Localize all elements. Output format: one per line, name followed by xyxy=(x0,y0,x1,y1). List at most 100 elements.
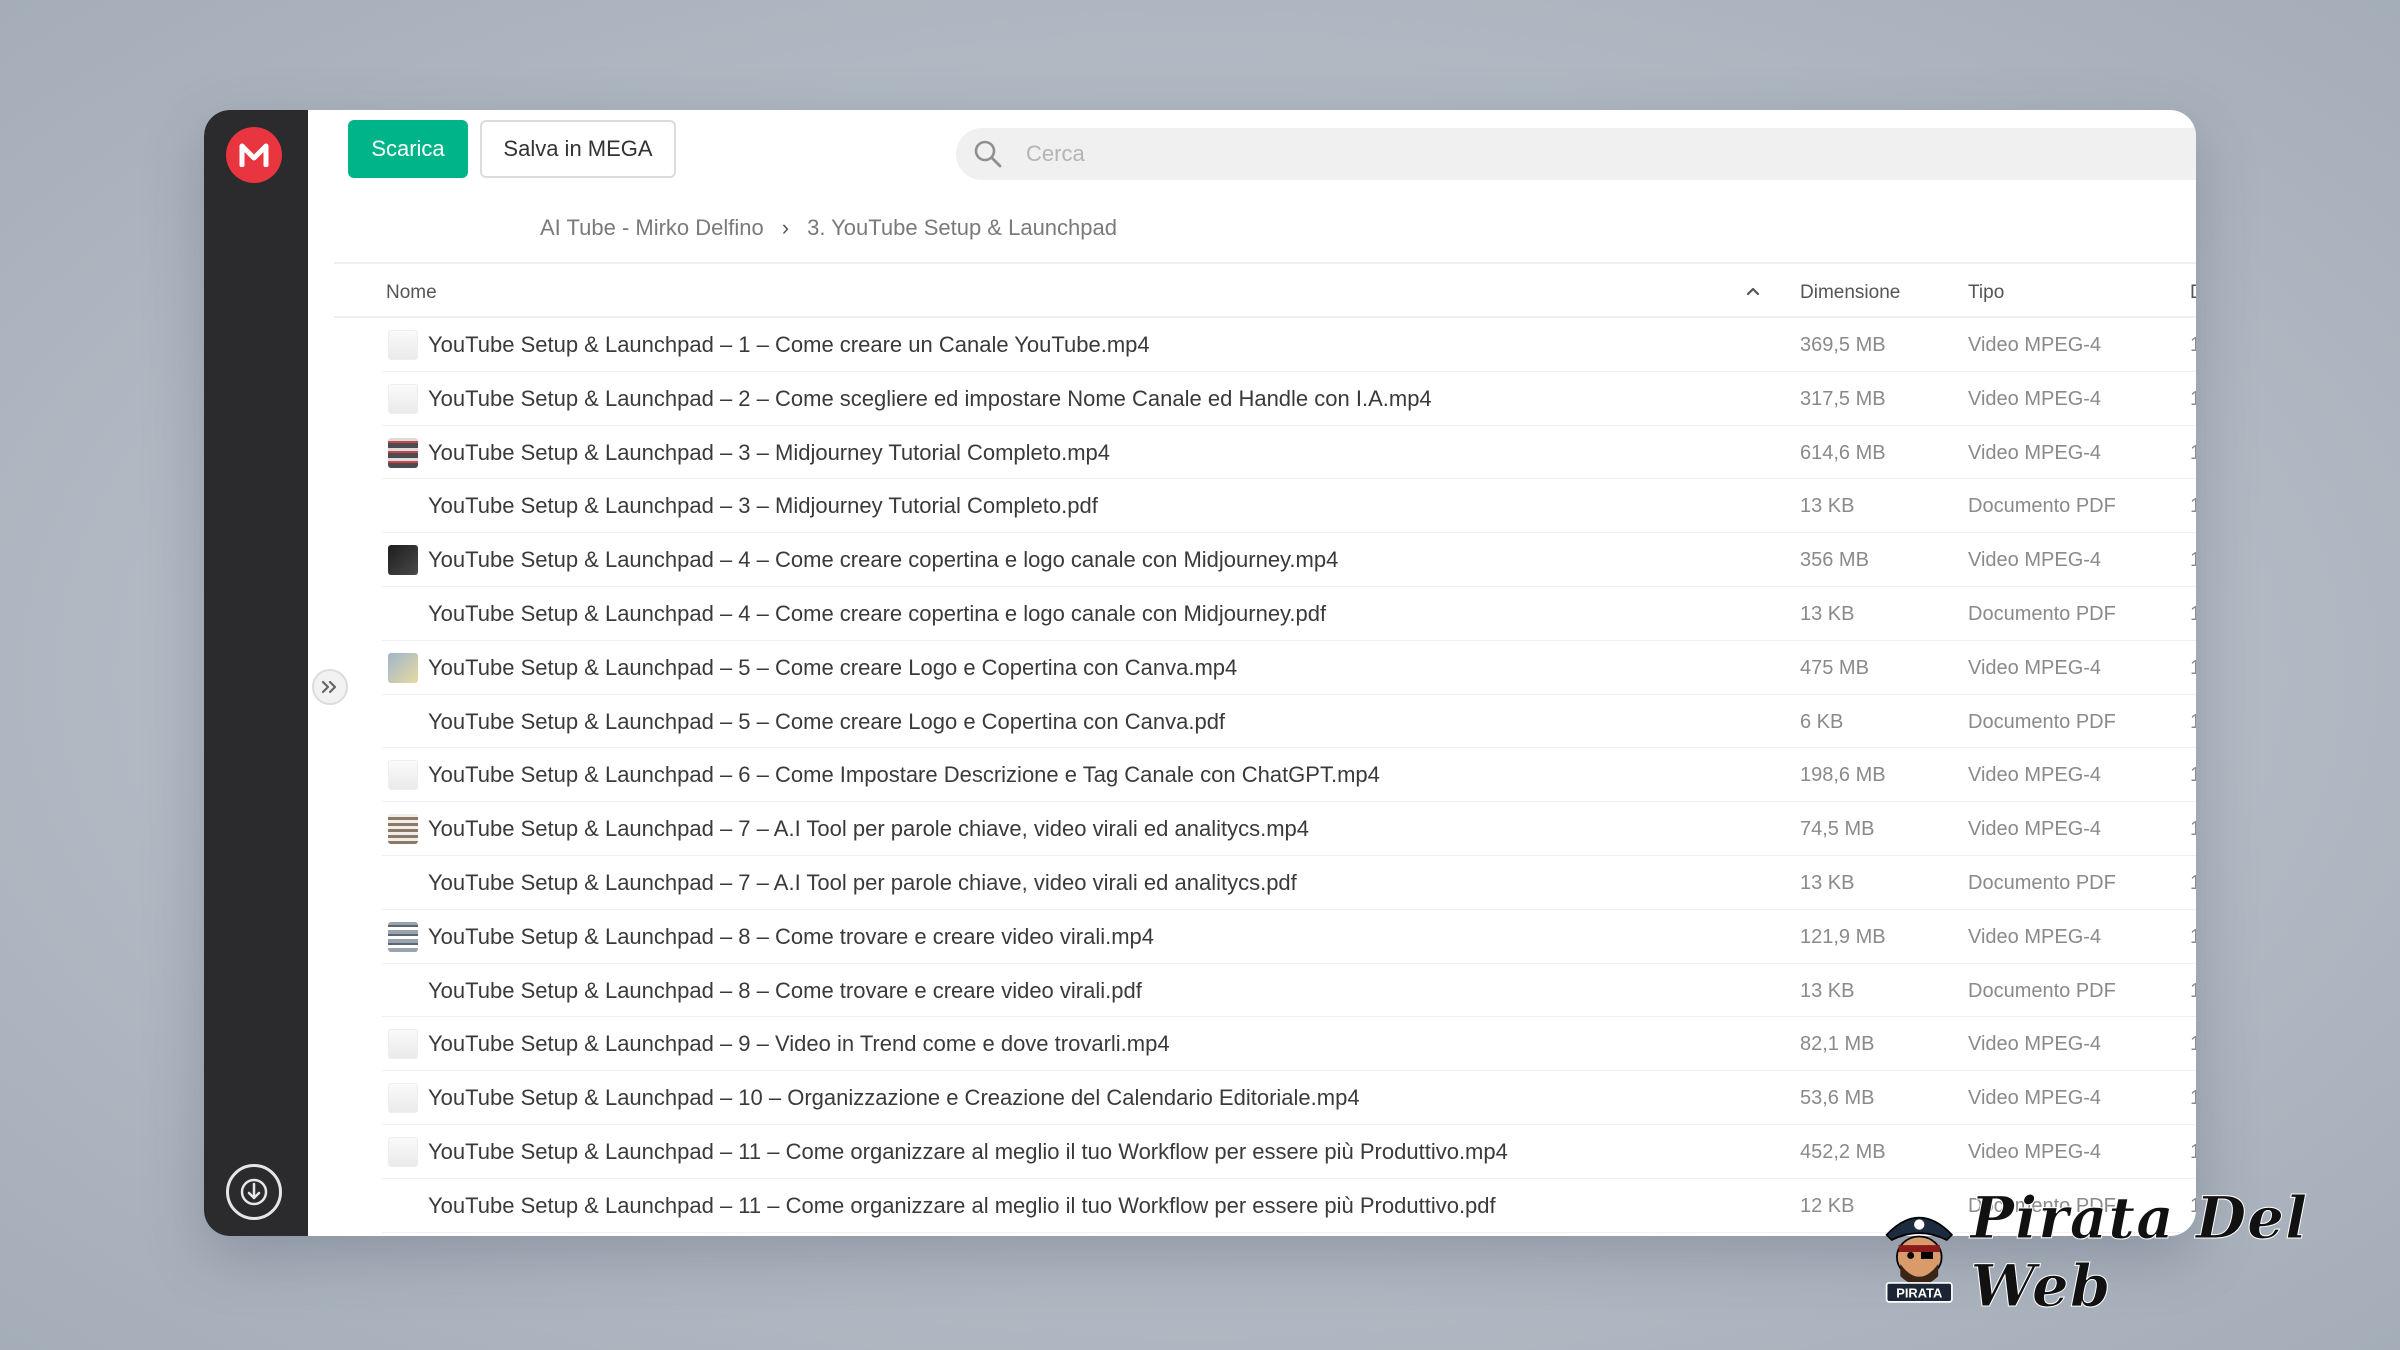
column-header-type[interactable]: Tipo xyxy=(1968,282,2004,304)
file-type: Documento PDF xyxy=(1968,979,2116,1002)
file-name[interactable]: YouTube Setup & Launchpad – 5 – Come cre… xyxy=(428,709,1225,735)
table-row[interactable]: YouTube Setup & Launchpad – 7 – A.I Tool… xyxy=(382,856,2196,910)
file-name[interactable]: YouTube Setup & Launchpad – 11 – Come or… xyxy=(428,1139,1508,1165)
pdf-thumbnail-icon xyxy=(388,1191,418,1221)
table-row[interactable]: YouTube Setup & Launchpad – 8 – Come tro… xyxy=(382,910,2196,964)
video-thumbnail-icon xyxy=(388,1136,418,1167)
file-size: 12 KB xyxy=(1800,1194,1855,1217)
clipped-column-cell: 1 xyxy=(2190,871,2196,894)
file-name[interactable]: YouTube Setup & Launchpad – 7 – A.I Tool… xyxy=(428,816,1309,842)
download-button[interactable]: Scarica xyxy=(348,120,468,178)
table-row[interactable]: YouTube Setup & Launchpad – 9 – Video in… xyxy=(382,1017,2196,1072)
table-row[interactable]: YouTube Setup & Launchpad – 6 – Come Imp… xyxy=(382,748,2196,803)
video-thumbnail-icon xyxy=(388,383,418,414)
pirate-mascot-icon: PIRATA xyxy=(1885,1216,1954,1303)
pirate-badge-text: PIRATA xyxy=(1896,1286,1942,1301)
table-row[interactable]: YouTube Setup & Launchpad – 10 – Organiz… xyxy=(382,1071,2196,1125)
video-thumbnail-icon xyxy=(388,1083,418,1114)
pdf-thumbnail-icon xyxy=(388,976,418,1006)
file-type: Documento PDF xyxy=(1968,495,2116,518)
file-type: Video MPEG-4 xyxy=(1968,1033,2102,1056)
chevron-right-icon: › xyxy=(781,215,790,240)
table-row[interactable]: YouTube Setup & Launchpad – 3 – Midjourn… xyxy=(382,426,2196,480)
file-size: 198,6 MB xyxy=(1800,764,1886,787)
file-name[interactable]: YouTube Setup & Launchpad – 3 – Midjourn… xyxy=(428,440,1110,466)
clipped-column-cell: 1 xyxy=(2190,1033,2196,1056)
breadcrumb-item-current[interactable]: 3. YouTube Setup & Launchpad xyxy=(807,215,1117,241)
file-table: Nome Dimensione Tipo D YouTube Setup & L… xyxy=(334,262,2196,1236)
pdf-thumbnail-icon xyxy=(388,868,418,898)
column-header-size[interactable]: Dimensione xyxy=(1800,282,1900,304)
table-row[interactable]: YouTube Setup & Launchpad – 2 – Come sce… xyxy=(382,372,2196,426)
clipped-column-cell: 1 xyxy=(2190,818,2196,841)
file-list: YouTube Setup & Launchpad – 1 – Come cre… xyxy=(334,318,2196,1233)
file-name[interactable]: YouTube Setup & Launchpad – 3 – Midjourn… xyxy=(428,493,1098,519)
file-type: Video MPEG-4 xyxy=(1968,549,2102,572)
file-size: 13 KB xyxy=(1800,602,1855,625)
clipped-column-cell: 1 xyxy=(2190,549,2196,572)
file-name[interactable]: YouTube Setup & Launchpad – 5 – Come cre… xyxy=(428,655,1237,681)
video-thumbnail-icon xyxy=(388,330,418,360)
watermark-brand: PIRATA Pirata Del Web xyxy=(1878,1184,2400,1321)
file-size: 356 MB xyxy=(1800,549,1869,572)
breadcrumb: AI Tube - Mirko Delfino › 3. YouTube Set… xyxy=(540,206,1117,250)
file-type: Documento PDF xyxy=(1968,602,2116,625)
transfer-icon[interactable] xyxy=(226,1164,282,1220)
video-thumbnail-icon xyxy=(388,1029,418,1060)
file-type: Video MPEG-4 xyxy=(1968,818,2102,841)
file-name[interactable]: YouTube Setup & Launchpad – 11 – Come or… xyxy=(428,1193,1496,1219)
pdf-thumbnail-icon xyxy=(388,491,418,521)
video-thumbnail-icon xyxy=(388,760,418,791)
table-row[interactable]: YouTube Setup & Launchpad – 7 – A.I Tool… xyxy=(382,802,2196,856)
topbar: Scarica Salva in MEGA xyxy=(308,110,2196,210)
sort-ascending-icon[interactable] xyxy=(1744,282,1762,304)
file-size: 74,5 MB xyxy=(1800,818,1875,841)
file-size: 452,2 MB xyxy=(1800,1140,1886,1163)
file-type: Video MPEG-4 xyxy=(1968,656,2102,679)
clipped-column-cell: 1 xyxy=(2190,334,2196,356)
file-name[interactable]: YouTube Setup & Launchpad – 2 – Come sce… xyxy=(428,386,1432,412)
file-type: Video MPEG-4 xyxy=(1968,441,2102,464)
clipped-column-cell: 1 xyxy=(2190,979,2196,1002)
file-name[interactable]: YouTube Setup & Launchpad – 9 – Video in… xyxy=(428,1031,1170,1057)
breadcrumb-item-root[interactable]: AI Tube - Mirko Delfino xyxy=(540,215,764,241)
pdf-thumbnail-icon xyxy=(388,707,418,737)
file-type: Video MPEG-4 xyxy=(1968,387,2102,410)
file-size: 13 KB xyxy=(1800,495,1855,518)
save-to-mega-button[interactable]: Salva in MEGA xyxy=(480,120,676,178)
table-row[interactable]: YouTube Setup & Launchpad – 5 – Come cre… xyxy=(382,641,2196,695)
table-row[interactable]: YouTube Setup & Launchpad – 5 – Come cre… xyxy=(382,695,2196,749)
column-header-clipped[interactable]: D xyxy=(2190,282,2196,304)
column-header-name[interactable]: Nome xyxy=(386,282,437,304)
file-name[interactable]: YouTube Setup & Launchpad – 1 – Come cre… xyxy=(428,332,1150,358)
clipped-column-cell: 1 xyxy=(2190,925,2196,948)
file-name[interactable]: YouTube Setup & Launchpad – 8 – Come tro… xyxy=(428,924,1154,950)
file-size: 6 KB xyxy=(1800,710,1844,733)
video-thumbnail-icon xyxy=(388,652,418,683)
table-row[interactable]: YouTube Setup & Launchpad – 3 – Midjourn… xyxy=(382,479,2196,534)
file-name[interactable]: YouTube Setup & Launchpad – 10 – Organiz… xyxy=(428,1085,1360,1111)
file-name[interactable]: YouTube Setup & Launchpad – 6 – Come Imp… xyxy=(428,762,1380,788)
file-type: Documento PDF xyxy=(1968,710,2116,733)
table-header: Nome Dimensione Tipo D xyxy=(334,264,2196,318)
file-size: 317,5 MB xyxy=(1800,387,1886,410)
video-thumbnail-icon xyxy=(388,814,418,845)
video-thumbnail-icon xyxy=(388,437,418,468)
clipped-column-cell: 1 xyxy=(2190,656,2196,679)
search-bar[interactable] xyxy=(956,128,2196,180)
table-row[interactable]: YouTube Setup & Launchpad – 8 – Come tro… xyxy=(382,964,2196,1018)
file-name[interactable]: YouTube Setup & Launchpad – 4 – Come cre… xyxy=(428,601,1326,627)
table-row[interactable]: YouTube Setup & Launchpad – 4 – Come cre… xyxy=(382,587,2196,641)
file-size: 82,1 MB xyxy=(1800,1033,1875,1056)
file-name[interactable]: YouTube Setup & Launchpad – 8 – Come tro… xyxy=(428,978,1142,1004)
file-type: Documento PDF xyxy=(1968,871,2116,894)
clipped-column-cell: 1 xyxy=(2190,387,2196,410)
table-row[interactable]: YouTube Setup & Launchpad – 11 – Come or… xyxy=(382,1125,2196,1179)
table-row[interactable]: YouTube Setup & Launchpad – 1 – Come cre… xyxy=(382,318,2196,372)
file-name[interactable]: YouTube Setup & Launchpad – 4 – Come cre… xyxy=(428,547,1338,573)
search-input[interactable] xyxy=(1026,141,2126,167)
file-name[interactable]: YouTube Setup & Launchpad – 7 – A.I Tool… xyxy=(428,870,1297,896)
table-row[interactable]: YouTube Setup & Launchpad – 4 – Come cre… xyxy=(382,533,2196,587)
file-size: 53,6 MB xyxy=(1800,1087,1875,1110)
mega-logo-icon[interactable] xyxy=(226,127,282,183)
